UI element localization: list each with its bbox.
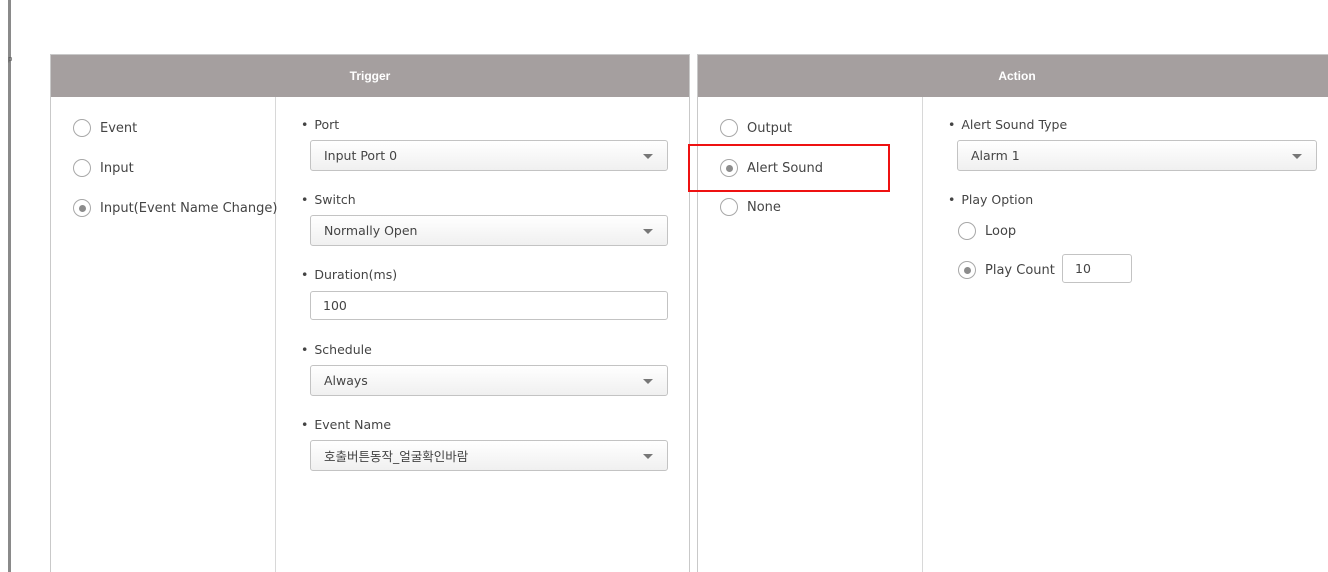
event-name-label: • Event Name [301, 417, 392, 432]
alert-sound-type-label: • Alert Sound Type [948, 117, 1068, 132]
trigger-type-column: Event Input Input(Event Name Change) [51, 97, 277, 572]
chevron-down-icon [643, 379, 653, 384]
play-option-count-label: Play Count [985, 262, 1055, 278]
radio-play-count[interactable] [958, 261, 976, 279]
trigger-settings-column: • Port Input Port 0 • Switch Normally Open… [276, 97, 689, 572]
trigger-option-input-label: Input [100, 160, 134, 176]
switch-select[interactable]: Normally Open [310, 215, 668, 246]
play-option-count[interactable]: Play Count [958, 260, 1055, 280]
radio-loop[interactable] [958, 222, 976, 240]
radio-input-event-name-change[interactable] [73, 199, 91, 217]
duration-input[interactable]: 100 [310, 291, 668, 320]
chevron-down-icon [643, 454, 653, 459]
left-edge-mark: p [8, 55, 13, 63]
play-option-label: • Play Option [948, 192, 1034, 207]
schedule-select-value: Always [324, 373, 368, 388]
chevron-down-icon [643, 154, 653, 159]
action-option-output-label: Output [747, 120, 793, 136]
alert-sound-type-select[interactable]: Alarm 1 [957, 140, 1317, 171]
alert-sound-highlight-box [688, 144, 890, 192]
play-option-loop[interactable]: Loop [958, 221, 1016, 241]
radio-output[interactable] [720, 119, 738, 137]
port-label: • Port [301, 117, 340, 132]
trigger-panel: Trigger Event Input Input(Event Name Cha… [50, 54, 690, 572]
radio-input[interactable] [73, 159, 91, 177]
switch-label: • Switch [301, 192, 356, 207]
play-count-input[interactable]: 10 [1062, 254, 1132, 283]
action-settings-column: • Alert Sound Type Alarm 1 • Play Option L… [923, 97, 1328, 572]
chevron-down-icon [643, 229, 653, 234]
radio-event[interactable] [73, 119, 91, 137]
duration-label: • Duration(ms) [301, 267, 398, 282]
trigger-option-input-event-name-change[interactable]: Input(Event Name Change) [73, 198, 277, 218]
duration-input-value: 100 [323, 298, 347, 313]
trigger-option-input[interactable]: Input [73, 158, 134, 178]
left-border-bar [8, 0, 11, 572]
play-option-loop-label: Loop [985, 223, 1017, 239]
trigger-option-input-event-name-change-label: Input(Event Name Change) [100, 200, 278, 216]
radio-none[interactable] [720, 198, 738, 216]
trigger-option-event[interactable]: Event [73, 118, 137, 138]
action-option-none[interactable]: None [720, 197, 781, 217]
schedule-select[interactable]: Always [310, 365, 668, 396]
alert-sound-type-select-value: Alarm 1 [971, 148, 1020, 163]
chevron-down-icon [1292, 154, 1302, 159]
switch-select-value: Normally Open [324, 223, 418, 238]
action-option-output[interactable]: Output [720, 118, 792, 138]
action-header: Action [698, 55, 1328, 97]
event-name-select[interactable]: 호출버튼동작_얼굴확인바람 [310, 440, 668, 471]
trigger-header: Trigger [51, 55, 689, 97]
port-select-value: Input Port 0 [324, 148, 398, 163]
schedule-label: • Schedule [301, 342, 372, 357]
event-name-select-value: 호출버튼동작_얼굴확인바람 [324, 449, 469, 464]
port-select[interactable]: Input Port 0 [310, 140, 668, 171]
play-count-input-value: 10 [1075, 261, 1091, 276]
trigger-option-event-label: Event [100, 120, 138, 136]
action-panel: Action Output Alert Sound None • Alert So… [697, 54, 1328, 572]
action-option-none-label: None [747, 199, 781, 215]
